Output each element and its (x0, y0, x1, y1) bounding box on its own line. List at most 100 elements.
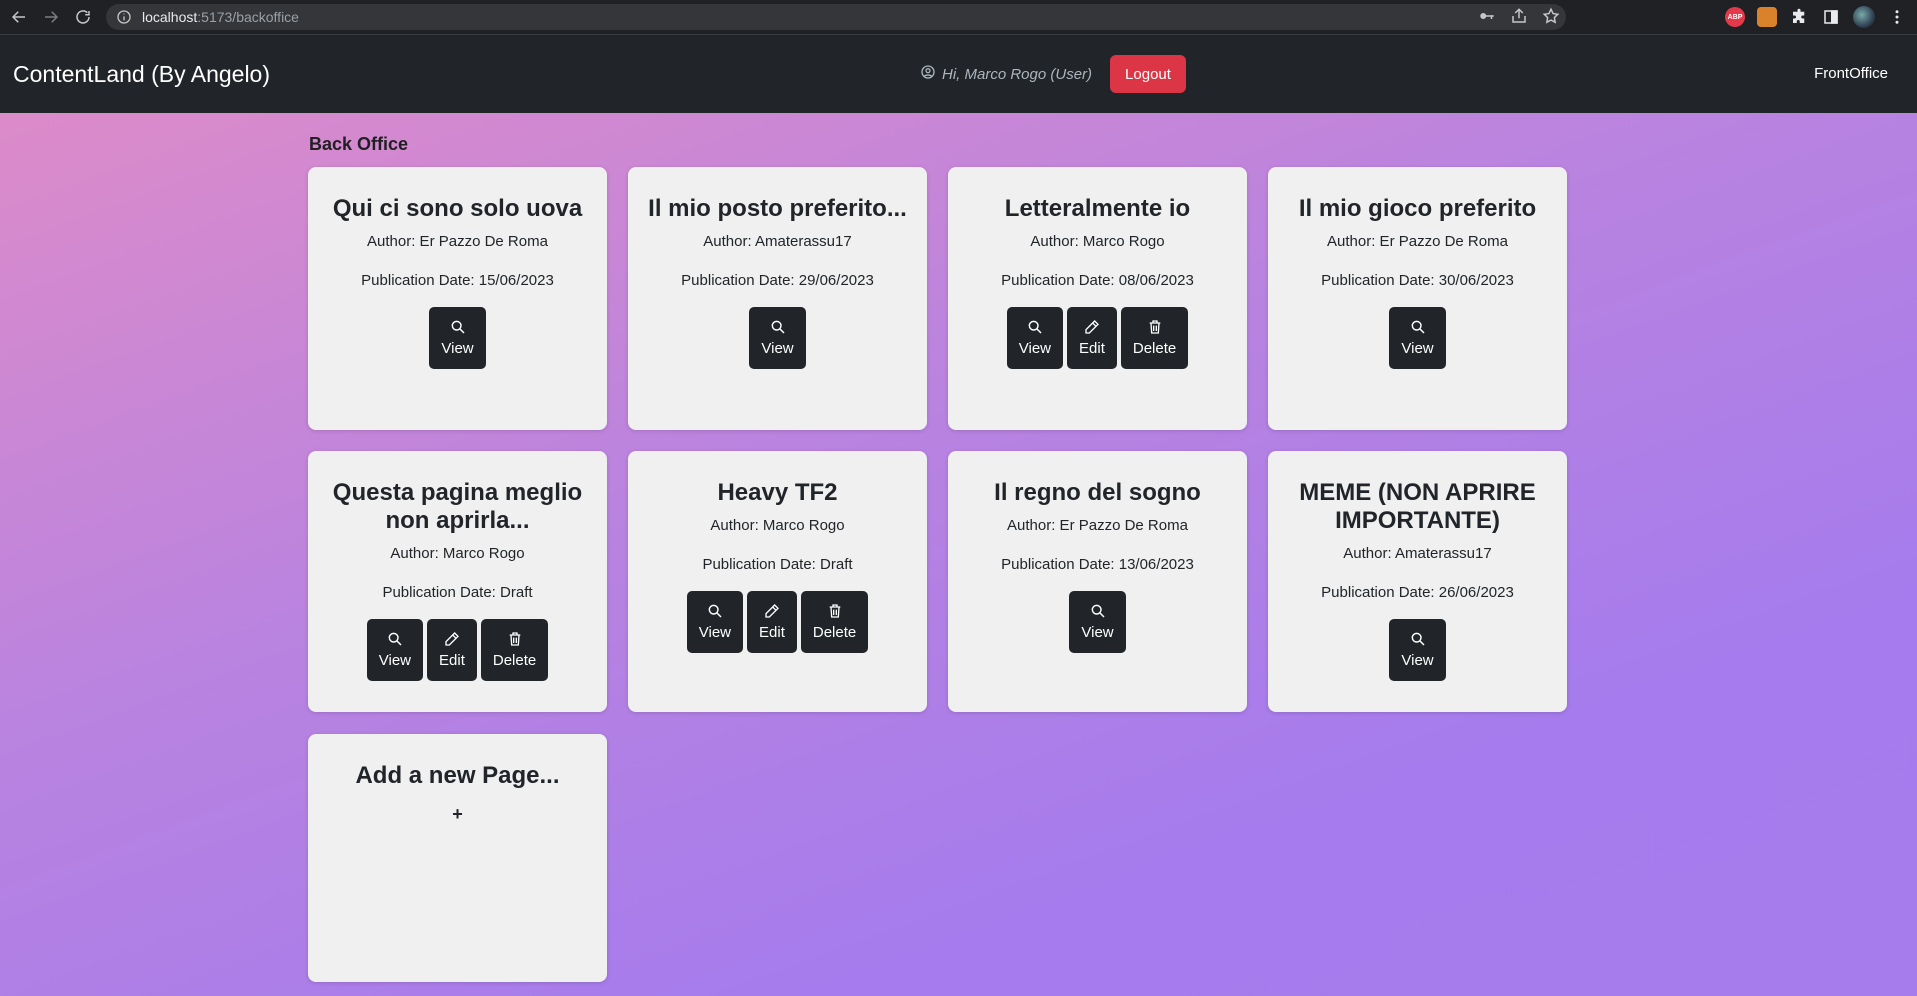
view-label: View (441, 340, 474, 357)
main-content: Back Office Qui ci sono solo uova Author… (0, 113, 1917, 996)
site-info-icon[interactable] (116, 9, 132, 25)
card-title: Heavy TF2 (717, 479, 838, 506)
edit-button[interactable]: Edit (747, 591, 797, 653)
view-button[interactable]: View (366, 619, 424, 681)
plus-icon: + (452, 804, 463, 824)
card-title: MEME (NON APRIRE IMPORTANTE) (1299, 479, 1536, 534)
card-author: Author: Er Pazzo De Roma (367, 233, 548, 250)
page-card: Heavy TF2 Author: Marco Rogo Publication… (628, 451, 927, 712)
view-label: View (1401, 340, 1434, 357)
card-title: Il regno del sogno (994, 479, 1201, 506)
card-author: Author: Er Pazzo De Roma (1327, 233, 1508, 250)
add-page-card[interactable]: Add a new Page... + (308, 734, 607, 982)
search-icon (451, 320, 465, 334)
user-circle-icon (920, 64, 936, 84)
card-date: Publication Date: 29/06/2023 (681, 272, 874, 289)
delete-button[interactable]: Delete (800, 591, 869, 653)
view-button[interactable]: View (1389, 307, 1446, 369)
page-card: Il mio posto preferito... Author: Amater… (628, 167, 927, 430)
view-label: View (1018, 340, 1052, 357)
frontoffice-link[interactable]: FrontOffice (1814, 65, 1888, 82)
card-title: Il mio gioco preferito (1298, 195, 1537, 222)
view-label: View (1401, 652, 1434, 669)
page-title: Back Office (309, 134, 409, 154)
card-title: Letteralmente io (1004, 195, 1191, 222)
page-card: Il mio gioco preferito Author: Er Pazzo … (1268, 167, 1567, 430)
view-button[interactable]: View (686, 591, 744, 653)
card-author: Author: Er Pazzo De Roma (1007, 517, 1188, 534)
view-button[interactable]: View (749, 307, 806, 369)
logout-button[interactable]: Logout (1110, 55, 1186, 93)
page-card: Qui ci sono solo uova Author: Er Pazzo D… (308, 167, 607, 430)
page-card: MEME (NON APRIRE IMPORTANTE) Author: Ama… (1268, 451, 1567, 712)
search-icon (1411, 632, 1425, 646)
url-host: localhost (142, 9, 198, 25)
delete-label: Delete (492, 652, 537, 669)
card-date: Publication Date: 30/06/2023 (1321, 272, 1514, 289)
trash-icon (509, 632, 520, 646)
view-label: View (698, 624, 732, 641)
key-icon[interactable] (1478, 7, 1496, 30)
more-menu-icon[interactable] (1887, 7, 1907, 27)
pencil-icon (765, 604, 779, 618)
reload-icon[interactable] (68, 2, 98, 32)
card-title: Il mio posto preferito... (648, 195, 907, 222)
pencil-icon (445, 632, 459, 646)
pencil-icon (1085, 320, 1099, 334)
delete-label: Delete (1132, 340, 1177, 357)
view-button[interactable]: View (1006, 307, 1064, 369)
delete-button[interactable]: Delete (480, 619, 549, 681)
card-date: Publication Date: Draft (702, 556, 853, 573)
card-author: Author: Amaterassu17 (703, 233, 852, 250)
view-label: View (1081, 624, 1114, 641)
card-title: Qui ci sono solo uova (332, 195, 583, 222)
card-author: Author: Marco Rogo (710, 517, 845, 534)
search-icon (1091, 604, 1105, 618)
edit-label: Edit (759, 624, 785, 641)
user-greeting: Hi, Marco Rogo (User) (920, 64, 1092, 84)
edit-label: Edit (1079, 340, 1105, 357)
profile-avatar-icon[interactable] (1853, 6, 1875, 28)
search-icon (388, 632, 402, 646)
card-author: Author: Marco Rogo (1030, 233, 1165, 250)
view-button[interactable]: View (1389, 619, 1446, 681)
url-path: :5173/backoffice (197, 9, 299, 25)
search-icon (708, 604, 722, 618)
edit-button[interactable]: Edit (1067, 307, 1117, 369)
edit-button[interactable]: Edit (427, 619, 477, 681)
url-text[interactable]: localhost:5173/backoffice (142, 9, 299, 25)
edit-label: Edit (439, 652, 465, 669)
page-card: Il regno del sogno Author: Er Pazzo De R… (948, 451, 1247, 712)
extensions-puzzle-icon[interactable] (1789, 7, 1809, 27)
search-icon (1411, 320, 1425, 334)
view-button[interactable]: View (1069, 591, 1126, 653)
address-bar[interactable]: localhost:5173/backoffice (106, 4, 1566, 30)
view-label: View (378, 652, 412, 669)
side-panel-icon[interactable] (1821, 7, 1841, 27)
adblock-icon[interactable]: ABP (1725, 7, 1745, 27)
card-date: Publication Date: 13/06/2023 (1001, 556, 1194, 573)
share-icon[interactable] (1510, 7, 1528, 30)
add-page-title: Add a new Page... (355, 762, 560, 789)
card-date: Publication Date: 08/06/2023 (1001, 272, 1194, 289)
brand-title[interactable]: ContentLand (By Angelo) (13, 61, 270, 88)
page-card: Questa pagina meglio non aprirla... Auth… (308, 451, 607, 712)
back-arrow-icon[interactable] (4, 2, 34, 32)
card-title: Questa pagina meglio non aprirla... (332, 479, 583, 534)
card-date: Publication Date: Draft (382, 584, 533, 601)
card-author: Author: Amaterassu17 (1343, 545, 1492, 562)
search-icon (771, 320, 785, 334)
browser-toolbar: localhost:5173/backoffice ABP (0, 0, 1917, 34)
card-date: Publication Date: 26/06/2023 (1321, 584, 1514, 601)
extension-orange-icon[interactable] (1757, 7, 1777, 27)
delete-button[interactable]: Delete (1120, 307, 1189, 369)
card-date: Publication Date: 15/06/2023 (361, 272, 554, 289)
card-author: Author: Marco Rogo (390, 545, 525, 562)
page-card: Letteralmente io Author: Marco Rogo Publ… (948, 167, 1247, 430)
delete-label: Delete (812, 624, 857, 641)
forward-arrow-icon[interactable] (36, 2, 66, 32)
view-button[interactable]: View (429, 307, 486, 369)
greeting-text: Hi, Marco Rogo (User) (942, 65, 1093, 83)
star-icon[interactable] (1542, 7, 1560, 30)
view-label: View (761, 340, 794, 357)
